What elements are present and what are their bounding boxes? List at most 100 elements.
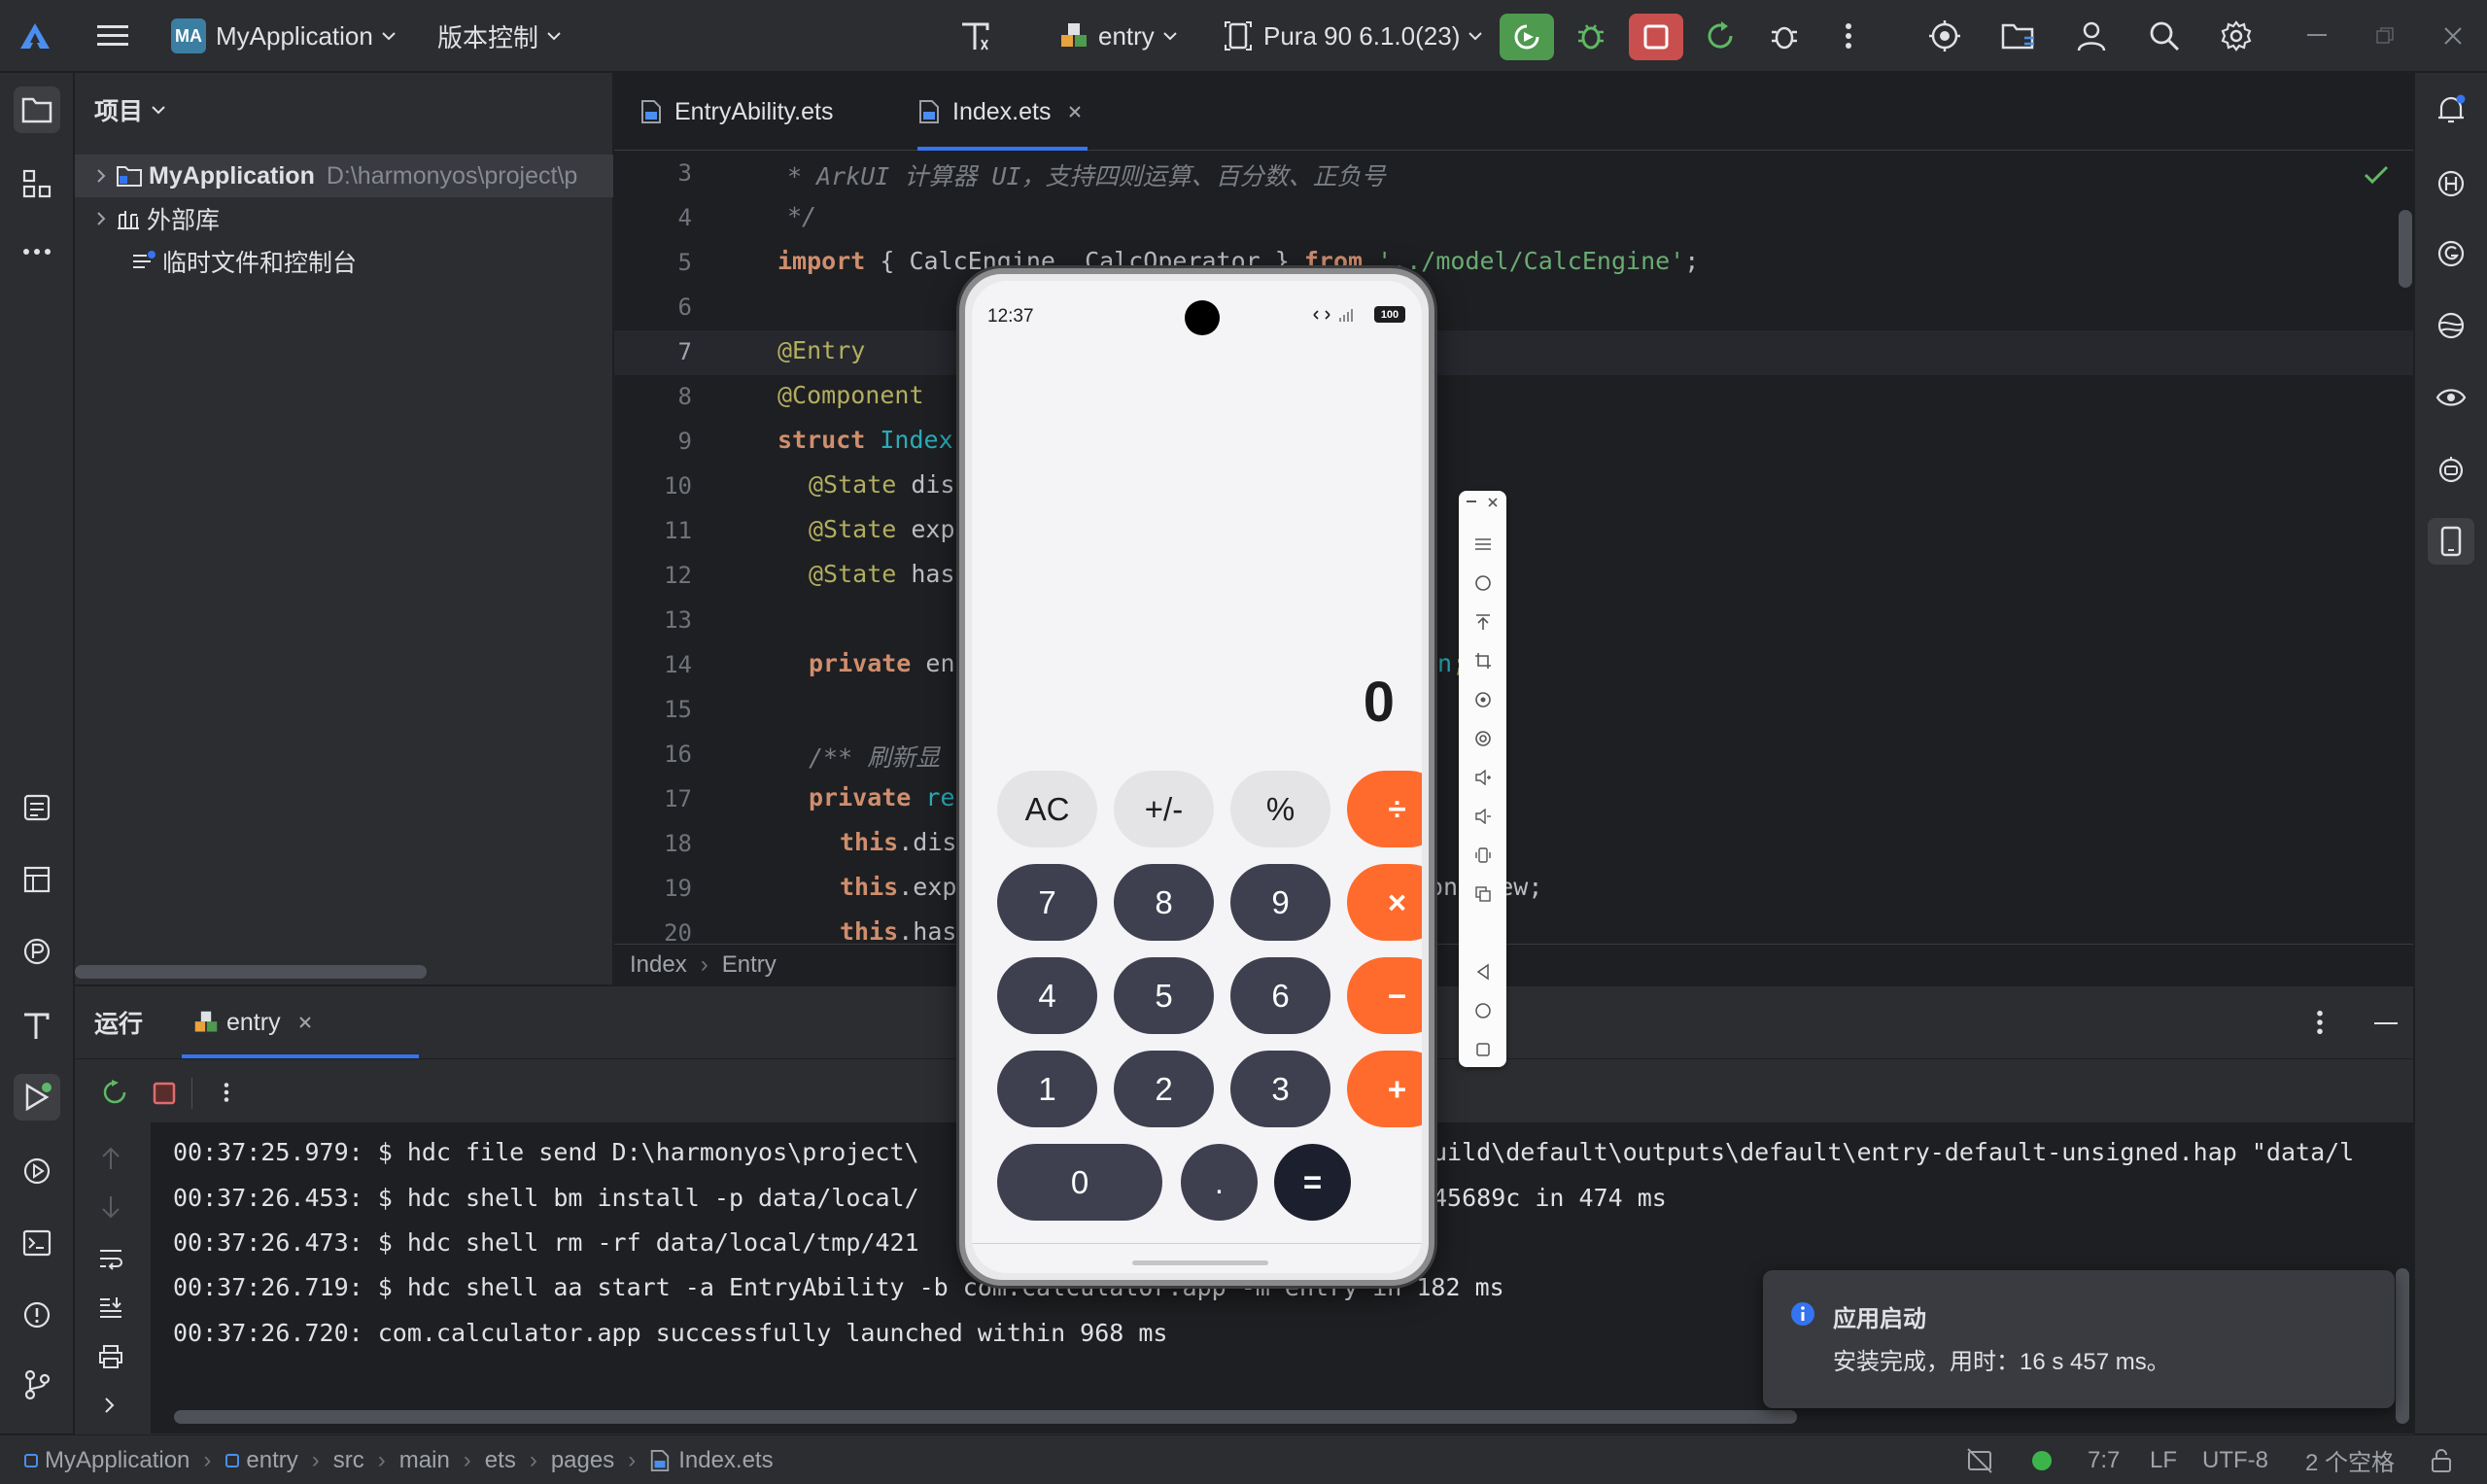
path-item[interactable]: ets — [485, 1447, 516, 1474]
close-window-icon[interactable] — [2434, 17, 2472, 55]
chevron-right-icon[interactable] — [104, 1397, 116, 1414]
arkui-inspector-icon[interactable] — [956, 17, 995, 55]
lock-icon[interactable] — [2430, 1435, 2453, 1484]
print-icon[interactable] — [98, 1344, 123, 1369]
run-tool-button[interactable] — [14, 1074, 60, 1121]
path-item[interactable]: src — [333, 1447, 364, 1474]
debug-icon[interactable] — [1572, 17, 1610, 55]
profiler-icon[interactable] — [14, 928, 60, 975]
close-tab-icon[interactable] — [1068, 105, 1082, 119]
todo-icon[interactable] — [14, 784, 60, 831]
emulator-close-icon[interactable] — [1487, 497, 1499, 508]
status-green-dot-icon[interactable] — [2031, 1435, 2053, 1484]
power-icon[interactable] — [1470, 570, 1496, 596]
volume-down-icon[interactable] — [1470, 804, 1496, 829]
codegenie-g-icon[interactable] — [2428, 230, 2474, 277]
calc-digit-2[interactable]: 2 — [1114, 1051, 1214, 1127]
calc-subtract-button[interactable]: − — [1347, 957, 1422, 1034]
preview-eye-icon[interactable] — [2428, 374, 2474, 421]
menu-lines-icon[interactable] — [1470, 532, 1496, 557]
path-item[interactable]: MyApplication — [45, 1447, 190, 1474]
minimize-icon[interactable] — [2297, 17, 2336, 55]
close-tab-icon[interactable] — [298, 1016, 312, 1029]
multi-window-icon[interactable] — [1470, 881, 1496, 907]
tab-entryability[interactable]: EntryAbility.ets — [639, 73, 833, 151]
volume-up-icon[interactable] — [1470, 765, 1496, 790]
tree-item-external-libs[interactable]: 外部库 — [75, 197, 613, 240]
line-separator[interactable]: LF — [2150, 1435, 2177, 1484]
device-selector[interactable]: Pura 90 6.1.0(23) — [1225, 0, 1483, 72]
horizontal-scrollbar[interactable] — [75, 965, 427, 979]
calc-multiply-button[interactable]: × — [1347, 864, 1422, 941]
calc-equals-button[interactable]: = — [1274, 1144, 1351, 1221]
search-icon[interactable] — [2145, 17, 2184, 55]
tab-entry-run[interactable]: entry — [193, 986, 312, 1058]
nav-recents-icon[interactable] — [1470, 1037, 1496, 1062]
console-vertical-scrollbar[interactable] — [2396, 1268, 2409, 1424]
file-encoding[interactable]: UTF-8 — [2202, 1435, 2268, 1484]
structure-icon[interactable] — [14, 160, 60, 207]
git-icon[interactable] — [14, 1362, 60, 1408]
calc-digit-6[interactable]: 6 — [1230, 957, 1330, 1034]
path-item[interactable]: pages — [551, 1447, 614, 1474]
calc-digit-0[interactable]: 0 — [997, 1144, 1162, 1221]
calc-digit-1[interactable]: 1 — [997, 1051, 1097, 1127]
account-icon[interactable] — [2072, 17, 2111, 55]
path-item[interactable]: entry — [246, 1447, 297, 1474]
calc-percent-button[interactable]: % — [1230, 771, 1330, 847]
notifications-bell-icon[interactable] — [2428, 86, 2474, 133]
screenshot-crop-icon[interactable] — [1470, 648, 1496, 673]
project-tool-button[interactable] — [14, 86, 60, 133]
device-emulator-icon[interactable] — [2428, 518, 2474, 565]
folder-search-icon[interactable] — [1999, 17, 2038, 55]
calc-add-button[interactable]: + — [1347, 1051, 1422, 1127]
more-horizontal-icon[interactable] — [14, 228, 60, 275]
console-horizontal-scrollbar[interactable] — [174, 1410, 1797, 1424]
calc-digit-4[interactable]: 4 — [997, 957, 1097, 1034]
settings-gear-icon[interactable] — [2217, 17, 2256, 55]
tree-item-myapplication[interactable]: MyApplication D:\harmonyos\project\p — [75, 155, 613, 197]
services-icon[interactable] — [14, 1148, 60, 1194]
notification-balloon[interactable]: 应用启动 安装完成，用时：16 s 457 ms。 — [1763, 1270, 2395, 1408]
more-vertical-icon[interactable] — [2316, 1010, 2324, 1035]
code-editor[interactable]: 3 4 5 6 7 8 9 10 11 12 13 14 15 16 17 18… — [614, 152, 2413, 943]
calc-decimal-button[interactable]: . — [1181, 1144, 1258, 1221]
soft-wrap-icon[interactable] — [98, 1247, 123, 1270]
nav-home-icon[interactable] — [1470, 998, 1496, 1023]
arrow-up-icon[interactable] — [100, 1146, 121, 1171]
stop-run-icon[interactable] — [153, 1082, 176, 1105]
vcs-menu[interactable]: 版本控制 — [437, 0, 562, 72]
tab-index[interactable]: Index.ets — [917, 73, 1088, 151]
layout-icon[interactable] — [14, 856, 60, 903]
hide-panel-icon[interactable] — [2374, 1022, 2398, 1026]
calc-digit-8[interactable]: 8 — [1114, 864, 1214, 941]
inspections-off-icon[interactable] — [1965, 1435, 1994, 1484]
calc-divide-button[interactable]: ÷ — [1347, 771, 1422, 847]
vertical-scrollbar[interactable] — [2399, 210, 2412, 288]
chevron-right-icon[interactable] — [96, 211, 106, 226]
calc-digit-5[interactable]: 5 — [1114, 957, 1214, 1034]
pin-top-icon[interactable] — [1470, 609, 1496, 635]
rerun-icon[interactable] — [100, 1078, 129, 1107]
restore-icon[interactable] — [2366, 17, 2404, 55]
shake-icon[interactable] — [1470, 843, 1496, 868]
calc-ac-button[interactable]: AC — [997, 771, 1097, 847]
run-config-selector[interactable]: entry — [1059, 0, 1178, 72]
project-switcher[interactable]: MA MyApplication — [171, 0, 397, 72]
calc-digit-3[interactable]: 3 — [1230, 1051, 1330, 1127]
nav-back-icon[interactable] — [1470, 959, 1496, 984]
scroll-to-end-icon[interactable] — [98, 1295, 123, 1319]
caret-position[interactable]: 7:7 — [2088, 1435, 2120, 1484]
arkui-icon[interactable] — [14, 1002, 60, 1049]
chevron-right-icon[interactable] — [96, 168, 106, 184]
breadcrumb-item[interactable]: Entry — [722, 951, 777, 979]
harmony-h-icon[interactable] — [2428, 160, 2474, 207]
calc-digit-7[interactable]: 7 — [997, 864, 1097, 941]
stop-button[interactable] — [1629, 14, 1683, 60]
tree-item-scratches[interactable]: 临时文件和控制台 — [75, 240, 613, 283]
path-item[interactable]: Index.ets — [678, 1447, 773, 1474]
indent-setting[interactable]: 2 个空格 — [2305, 1435, 2395, 1484]
rerun-button[interactable] — [1500, 14, 1554, 60]
calc-digit-9[interactable]: 9 — [1230, 864, 1330, 941]
path-item[interactable]: main — [399, 1447, 450, 1474]
